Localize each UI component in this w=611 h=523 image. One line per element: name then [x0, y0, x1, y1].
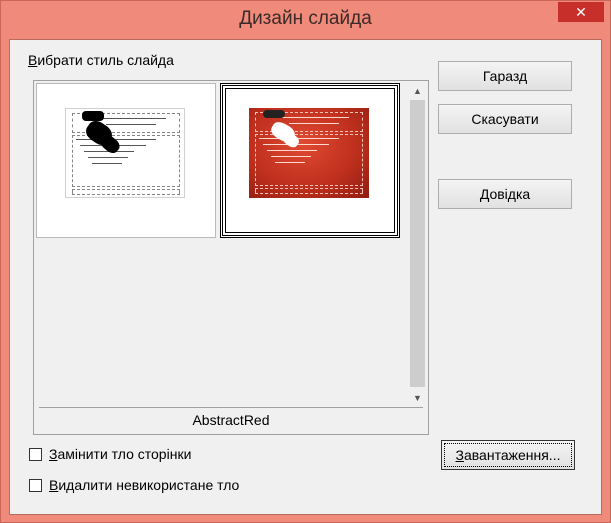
help-button-accel: Д	[479, 186, 490, 202]
slide-preview-default	[65, 108, 185, 198]
select-style-label-rest: ибрати стиль слайда	[37, 52, 174, 68]
slide-preview-abstractred	[249, 108, 369, 198]
cancel-button[interactable]: Скасувати	[438, 104, 572, 134]
window-title: Дизайн слайда	[239, 8, 372, 29]
pen-marker-icon	[263, 110, 285, 118]
delete-unused-background-checkbox[interactable]	[29, 478, 42, 492]
help-button[interactable]: Довідка	[438, 179, 572, 209]
replace-background-checkbox[interactable]	[29, 447, 42, 461]
close-icon: ✕	[575, 3, 587, 20]
scroll-down-icon[interactable]: ▼	[408, 389, 427, 407]
dialog-body: Вибрати стиль слайда ▲ ▼ AbstractRed Гар…	[9, 39, 602, 515]
style-thumbnail-abstractred[interactable]	[220, 83, 400, 238]
close-button[interactable]: ✕	[558, 2, 604, 22]
gallery-scrollbar[interactable]: ▲ ▼	[408, 82, 427, 407]
style-thumbnail-default[interactable]	[36, 83, 216, 238]
delete-unused-label: идалити невикористане тло	[58, 477, 240, 493]
selected-style-name: AbstractRed	[39, 407, 423, 433]
load-button-accel: З	[455, 447, 464, 463]
scroll-thumb[interactable]	[410, 100, 425, 387]
title-bar[interactable]: Дизайн слайда ✕	[1, 1, 610, 39]
replace-background-label: амінити тло сторінки	[57, 446, 192, 462]
dialog-window: Дизайн слайда ✕ Вибрати стиль слайда ▲ ▼…	[0, 0, 611, 523]
delete-unused-background-option[interactable]: Видалити невикористане тло	[29, 475, 239, 495]
scroll-up-icon[interactable]: ▲	[408, 82, 427, 100]
help-button-rest: овідка	[489, 186, 531, 202]
load-button[interactable]: Завантаження...	[441, 440, 575, 470]
select-style-label-accel: В	[28, 52, 38, 68]
replace-background-accel: З	[49, 446, 58, 462]
replace-background-option[interactable]: Замінити тло сторінки	[29, 444, 191, 464]
delete-unused-accel: В	[49, 477, 59, 493]
slide-style-gallery[interactable]: ▲ ▼ AbstractRed	[33, 80, 429, 435]
pen-marker-icon	[82, 111, 104, 121]
ok-button[interactable]: Гаразд	[438, 61, 572, 91]
select-style-label: Вибрати стиль слайда	[28, 52, 174, 68]
load-button-rest: авантаження...	[463, 447, 561, 463]
